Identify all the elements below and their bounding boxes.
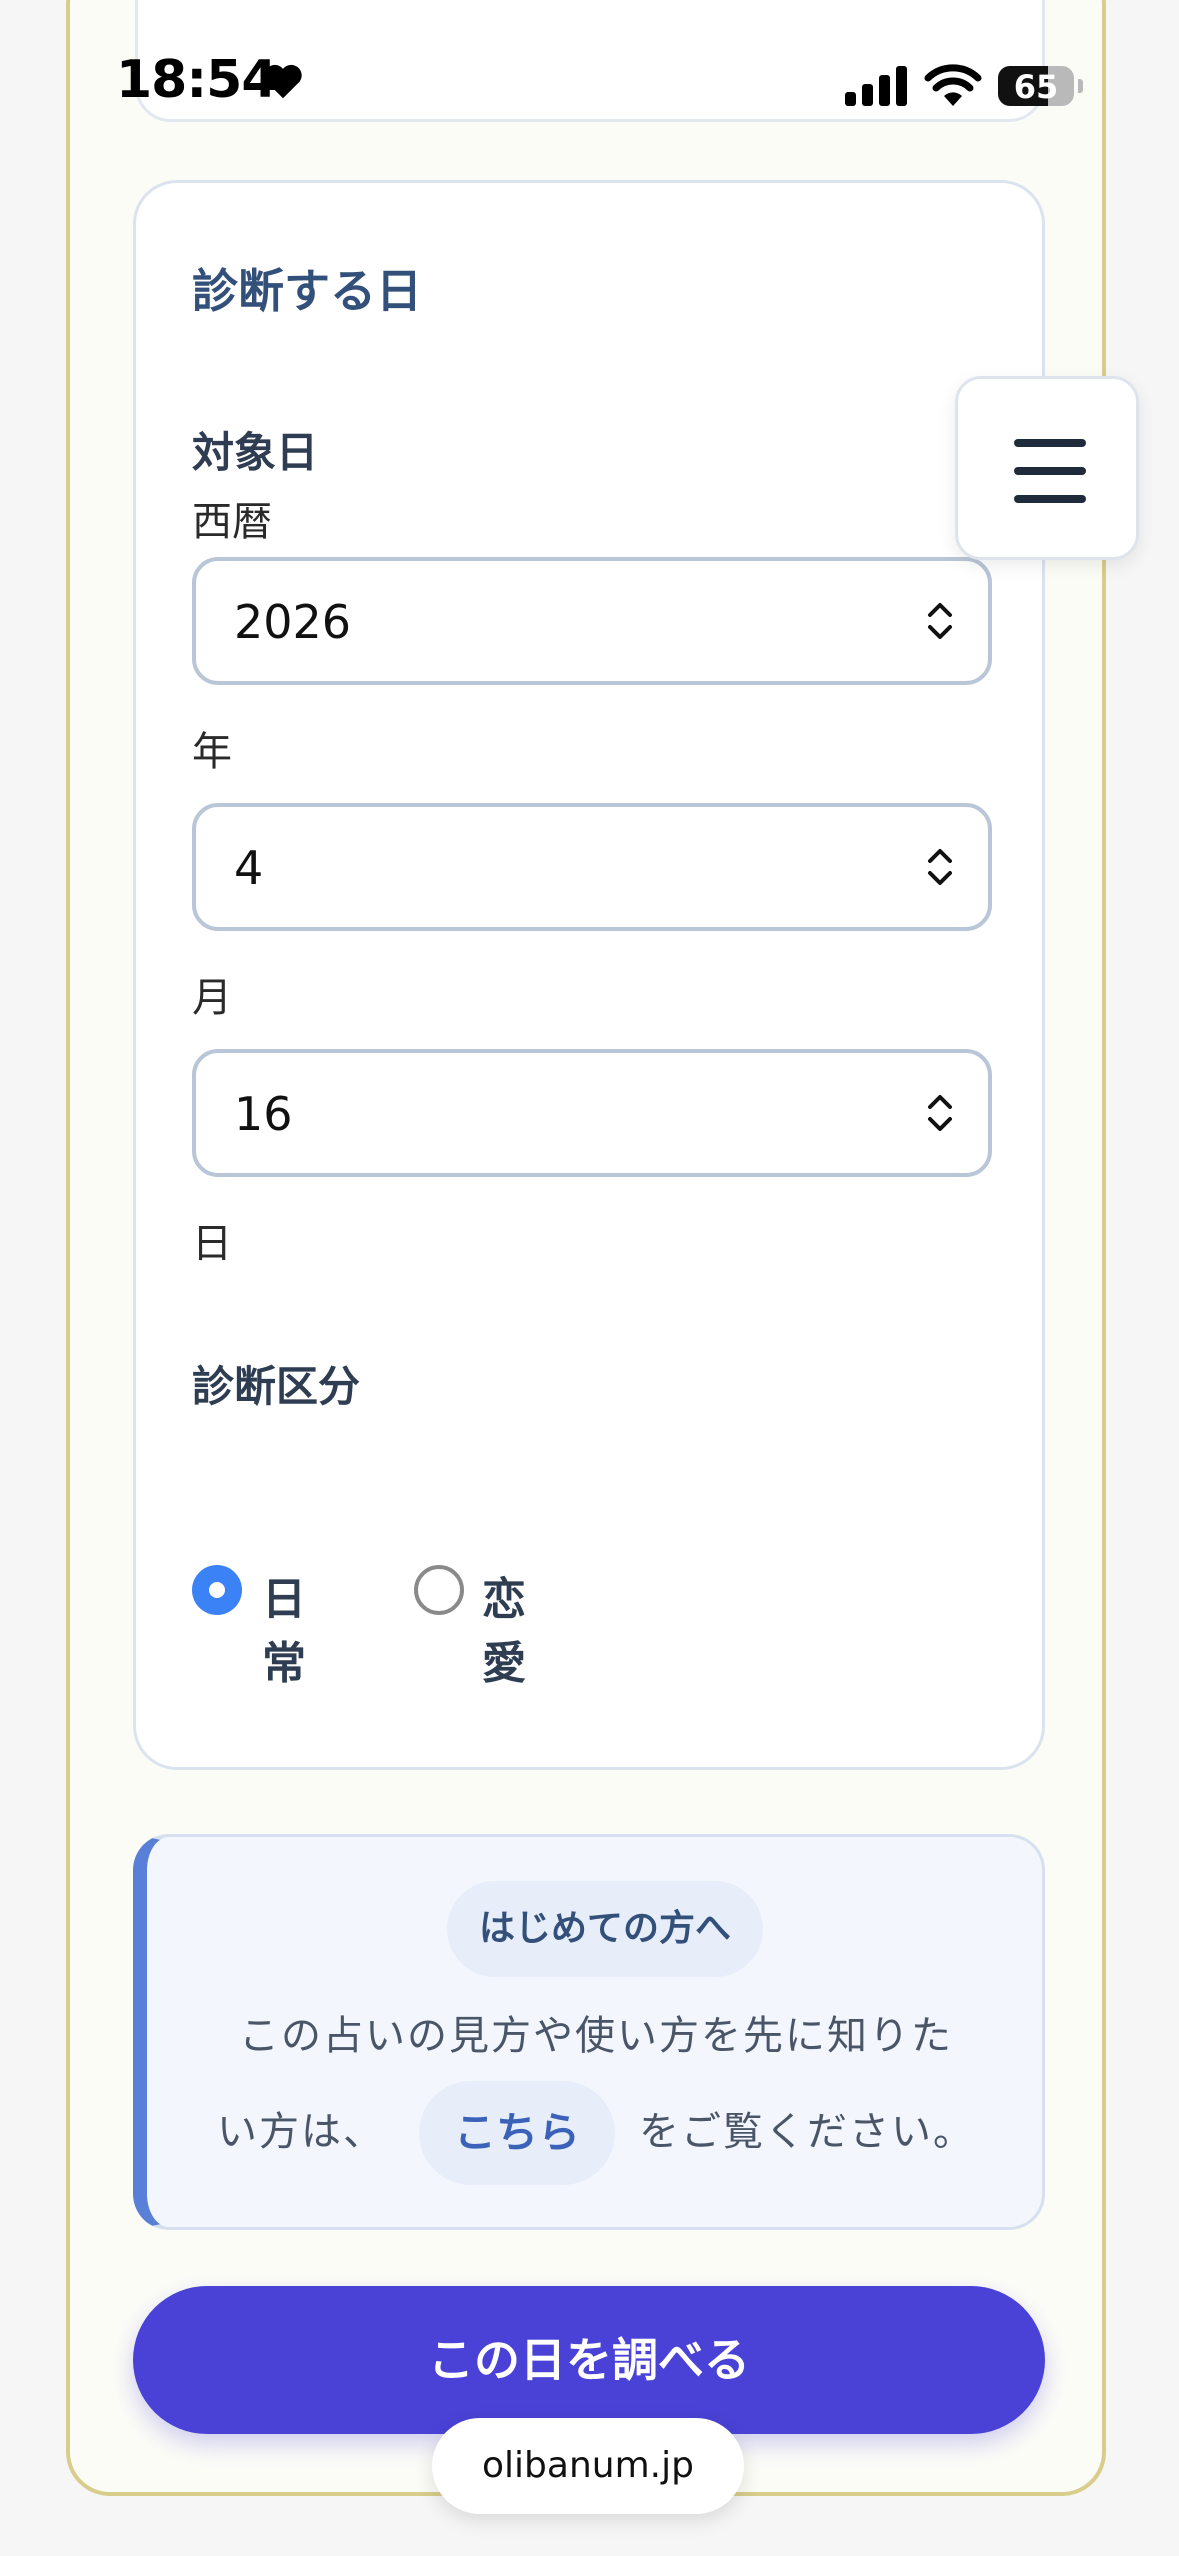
month-suffix: 月 (192, 975, 232, 1021)
day-select[interactable]: 16 (192, 1049, 992, 1177)
card-title: 診断する日 (192, 264, 422, 318)
hamburger-icon-line (1014, 467, 1086, 475)
intro-text-after-link: をご覧ください。 (639, 2109, 975, 2155)
intro-text-line1: この占いの見方や使い方を先に知りた (239, 2013, 953, 2059)
intro-text-before-link: い方は、 (217, 2109, 385, 2155)
era-label: 西暦 (192, 499, 272, 545)
date-selection-card: 診断する日 対象日 西暦 2026 年 4 月 16 日 診断区分 日常 恋愛 (133, 180, 1045, 1770)
radio-love-label[interactable]: 恋愛 (482, 1563, 526, 1691)
month-value: 4 (234, 841, 264, 895)
intro-link[interactable]: こちら (419, 2081, 615, 2185)
menu-button[interactable] (955, 376, 1139, 560)
category-label: 診断区分 (192, 1362, 361, 1411)
url-bar[interactable]: olibanum.jp (432, 2418, 744, 2514)
hamburger-icon-line (1014, 495, 1086, 503)
chevron-up-down-icon (928, 849, 952, 885)
check-date-button[interactable]: この日を調べる (133, 2286, 1045, 2434)
battery-level: 65 (1013, 68, 1059, 106)
target-date-label: 対象日 (192, 428, 319, 477)
year-suffix: 年 (192, 729, 232, 775)
chevron-up-down-icon (928, 1095, 952, 1131)
month-select[interactable]: 4 (192, 803, 992, 931)
day-suffix: 日 (192, 1221, 232, 1267)
day-value: 16 (234, 1087, 293, 1141)
year-value: 2026 (234, 595, 352, 649)
year-select[interactable]: 2026 (192, 557, 992, 685)
radio-love[interactable] (414, 1565, 464, 1615)
cellular-signal-icon (845, 66, 907, 106)
battery-icon: 65 (998, 66, 1083, 106)
status-time: 18:54 (116, 50, 278, 110)
hamburger-icon (1014, 439, 1086, 447)
radio-daily-label[interactable]: 日常 (262, 1563, 306, 1691)
chevron-up-down-icon (928, 603, 952, 639)
intro-badge: はじめての方へ (447, 1881, 763, 1977)
intro-box: はじめての方へ この占いの見方や使い方を先に知りた い方は、 こちら をご覧くだ… (133, 1834, 1045, 2230)
radio-daily[interactable] (192, 1565, 242, 1615)
status-bar: 18:54 65 (0, 0, 1179, 175)
heart-icon (264, 64, 302, 99)
wifi-icon (924, 64, 982, 106)
